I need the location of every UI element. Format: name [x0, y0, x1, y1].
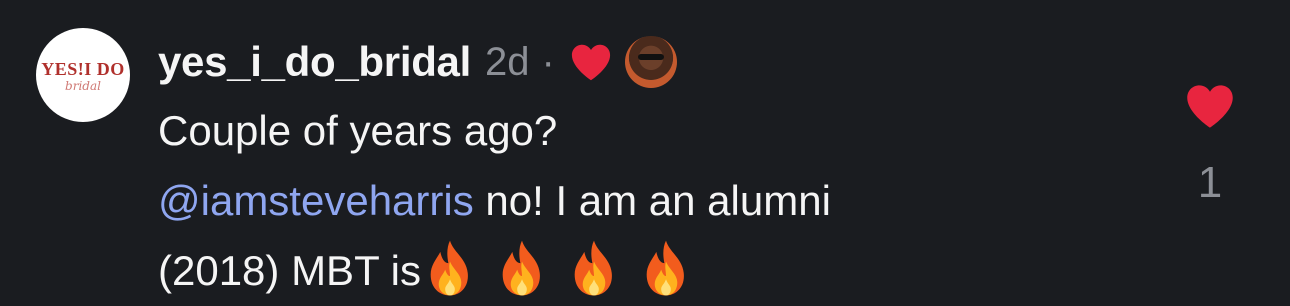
- fire-emoji-icon: [502, 240, 540, 296]
- comment-text: Couple of years ago? @iamsteveharris no!…: [158, 96, 1158, 306]
- comment-header: yes_i_do_bridal 2d ·: [158, 30, 1158, 94]
- fire-emoji-icon: [646, 240, 684, 296]
- comment-line-2-text: no! I am an alumni: [473, 177, 831, 224]
- like-count[interactable]: 1: [1178, 158, 1242, 208]
- comment-line-1: Couple of years ago?: [158, 107, 558, 154]
- liker-avatar: [624, 36, 677, 88]
- account-avatar[interactable]: YES!I DO bridal: [36, 28, 130, 122]
- avatar-logo-subtext: bridal: [65, 79, 101, 93]
- mention-link[interactable]: @iamsteveharris: [158, 177, 474, 224]
- comment-line-2: @iamsteveharris no! I am an alumni: [158, 166, 1158, 236]
- comment-line-3-text: (2018) MBT is: [158, 247, 421, 294]
- fire-emoji-icon: [430, 240, 468, 296]
- like-heart-icon[interactable]: [1184, 82, 1236, 130]
- comment-body: yes_i_do_bridal 2d · Couple of years ago…: [158, 30, 1158, 306]
- like-column: 1: [1178, 82, 1242, 208]
- avatar-logo-text: YES!I DO: [41, 59, 125, 79]
- comment-username[interactable]: yes_i_do_bridal: [158, 38, 471, 86]
- comment-line-3: (2018) MBT is: [158, 236, 1158, 306]
- comment-timestamp: 2d: [484, 39, 530, 84]
- fire-emoji-icon: [574, 240, 612, 296]
- separator-dot: ·: [541, 39, 555, 84]
- creator-liked-heart-icon: [571, 44, 610, 81]
